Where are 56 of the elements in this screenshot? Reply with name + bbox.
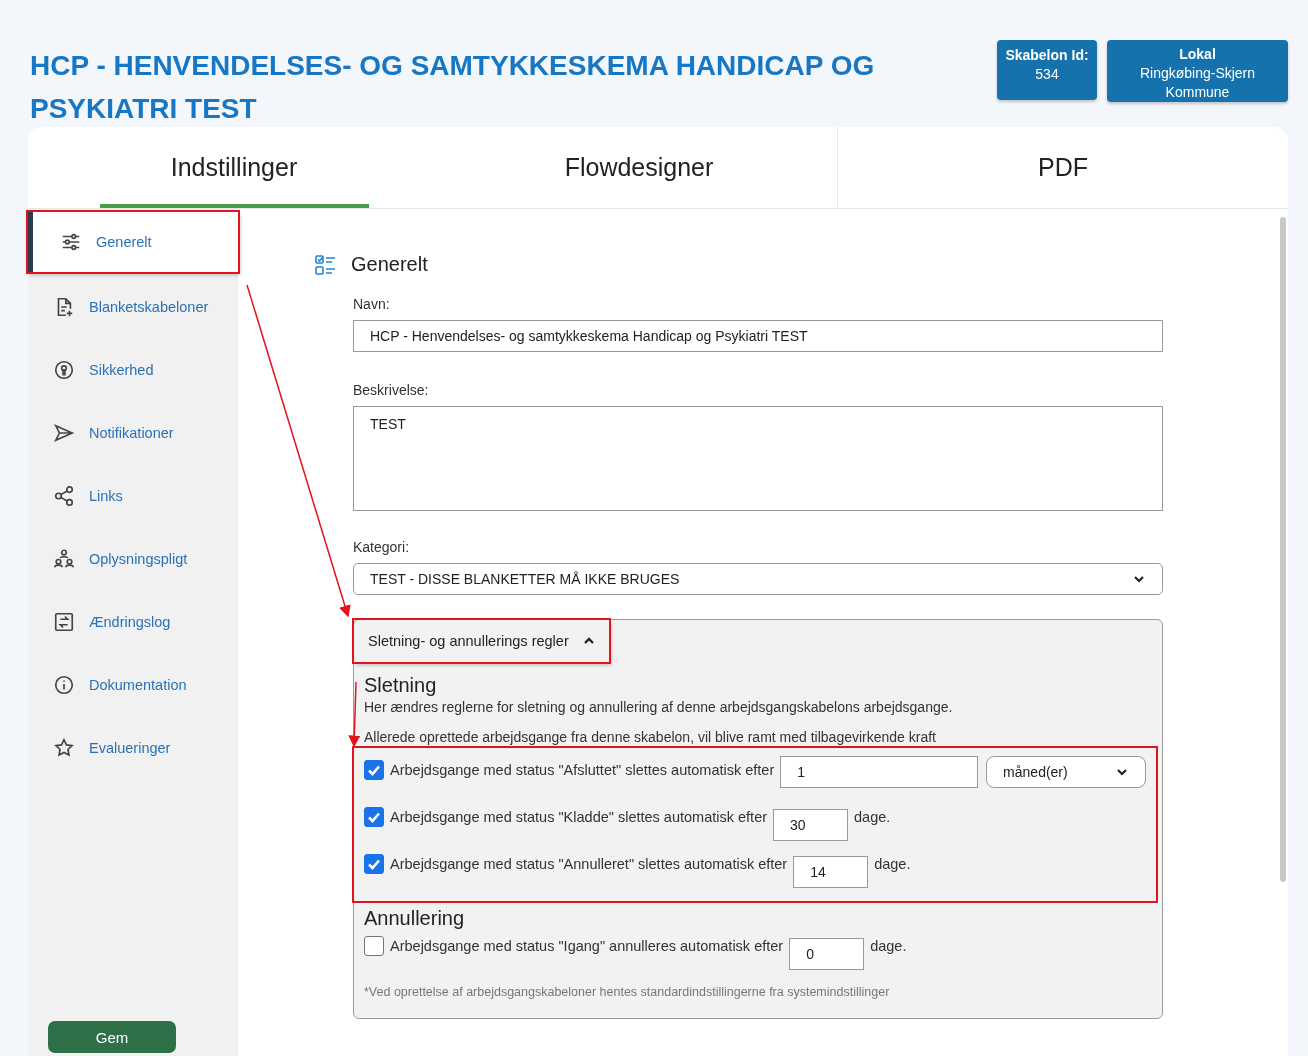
field-label: Beskrivelse: bbox=[353, 382, 430, 398]
unit-label: dage. bbox=[854, 808, 891, 825]
sidebar-item[interactable]: Sikkerhed bbox=[28, 338, 238, 401]
checkbox[interactable] bbox=[364, 807, 384, 827]
note-text: Allerede oprettede arbejdsgange fra denne skabelon, vil blive ramt med tilbagevirkende kraft bbox=[364, 729, 937, 745]
sliders-icon bbox=[60, 231, 82, 253]
rule-label: Arbejdsgange med status "Kladde" slettes automatisk efter bbox=[390, 808, 768, 825]
paper-plane-icon bbox=[53, 421, 75, 444]
sidebar-item[interactable]: Oplysningspligt bbox=[28, 527, 238, 590]
unit-label: dage. bbox=[870, 937, 907, 954]
unit-dropdown[interactable]: måned(er) bbox=[986, 756, 1146, 788]
scrollbar[interactable] bbox=[1280, 217, 1286, 882]
tab[interactable]: PDF bbox=[838, 127, 1288, 208]
number-field[interactable]: 1 bbox=[780, 756, 979, 788]
rule-label: Arbejdsgange med status "Afsluttet" slettes automatisk efter bbox=[390, 761, 775, 778]
sidebar-item[interactable]: Evalueringer bbox=[28, 716, 238, 779]
people-icon bbox=[53, 547, 75, 570]
sidebar-item[interactable]: Blanketskabeloner bbox=[28, 275, 238, 338]
share-icon bbox=[53, 484, 75, 507]
unit-label: dage. bbox=[874, 855, 911, 872]
name-field[interactable]: HCP - Henvendelses- og samtykkeskema Handicap og Psykiatri TEST bbox=[353, 320, 1163, 352]
section-title: Generelt bbox=[351, 253, 428, 276]
info-badge: Skabelon Id: 534 bbox=[997, 40, 1097, 100]
info-badge: Lokal Ringkøbing-Skjern Kommune bbox=[1107, 40, 1288, 102]
checkbox[interactable] bbox=[364, 854, 384, 874]
number-field[interactable]: 30 bbox=[773, 809, 849, 841]
swap-icon bbox=[53, 610, 75, 633]
sidebar-item[interactable]: Notifikationer bbox=[28, 401, 238, 464]
star-icon bbox=[53, 736, 75, 759]
field-label: Navn: bbox=[353, 296, 391, 312]
field-label: Kategori: bbox=[353, 539, 411, 555]
description-field[interactable]: TEST bbox=[353, 406, 1163, 511]
checklist-icon bbox=[315, 253, 337, 276]
number-field[interactable]: 14 bbox=[793, 856, 869, 888]
number-field[interactable]: 0 bbox=[789, 938, 865, 970]
subheading: Annullering bbox=[364, 907, 466, 930]
checkbox[interactable] bbox=[364, 760, 384, 780]
sidebar-item[interactable]: Generelt bbox=[28, 212, 238, 272]
checkbox[interactable] bbox=[364, 936, 384, 956]
tab[interactable]: Flowdesigner bbox=[441, 127, 838, 208]
rules-toggle[interactable]: Sletning- og annullerings regler bbox=[354, 620, 609, 662]
rule-label: Arbejdsgange med status "Igang" annulleres automatisk efter bbox=[390, 937, 784, 954]
keyhole-icon bbox=[53, 358, 75, 381]
sidebar-item[interactable]: Ændringslog bbox=[28, 590, 238, 653]
info-icon bbox=[53, 673, 75, 696]
description-text: Her ændres reglerne for sletning og annullering af denne arbejdsgangskabelons arbejdsgange. bbox=[364, 699, 954, 715]
sidebar-item[interactable]: Dokumentation bbox=[28, 653, 238, 716]
rule-label: Arbejdsgange med status "Annulleret" slettes automatisk efter bbox=[390, 855, 788, 872]
subheading: Sletning bbox=[364, 674, 438, 697]
page-title: HCP - HENVENDELSES- OG SAMTYKKESKEMA HANDICAP OG PSYKIATRI TEST bbox=[30, 49, 876, 126]
tab[interactable]: Indstillinger bbox=[100, 127, 369, 208]
annotation-arrow bbox=[348, 681, 361, 748]
footnote: *Ved oprettelse af arbejdsgangskabeloner hentes standardindstillingerne fra systemindstillinger bbox=[364, 985, 891, 999]
sidebar-item[interactable]: Links bbox=[28, 464, 238, 527]
category-dropdown[interactable]: TEST - DISSE BLANKETTER MÅ IKKE BRUGES bbox=[353, 563, 1163, 595]
save-button[interactable]: Gem bbox=[48, 1021, 176, 1053]
